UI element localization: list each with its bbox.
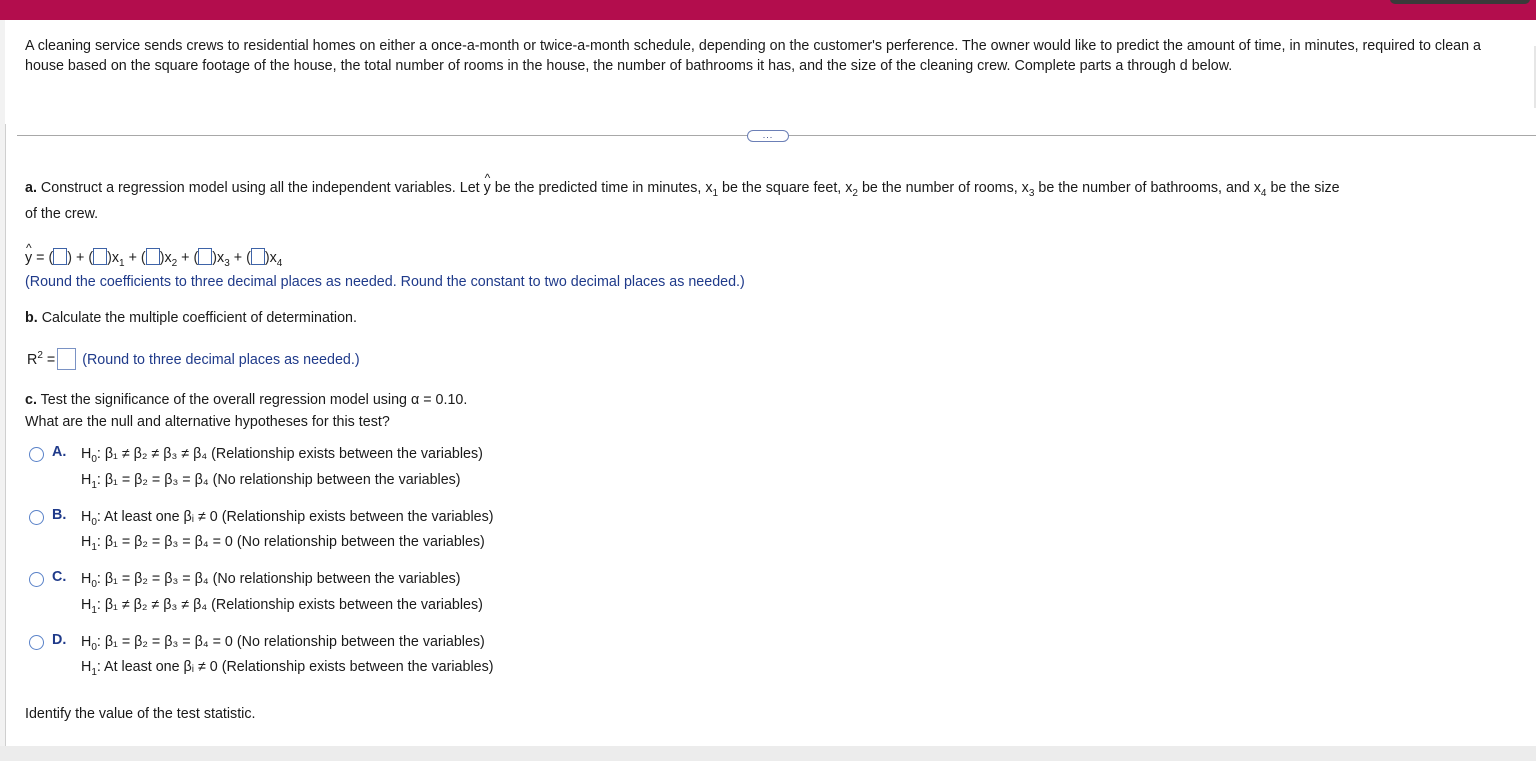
option-a-letter: A. [52, 444, 67, 460]
regression-equation: y = () + ()x1 + ()x2 + ()x3 + ()x4 [25, 238, 283, 270]
h0-text: : β₁ = β₂ = β₃ = β₄ (No relationship bet… [96, 571, 461, 587]
part-a-hint: (Round the coefficients to three decimal… [25, 274, 745, 290]
h0-symbol: H [81, 571, 92, 587]
option-d-radio[interactable] [29, 635, 44, 650]
yhat-symbol: y [484, 168, 491, 198]
option-a-radio[interactable] [29, 447, 44, 462]
part-a-text1: Construct a regression model using all t… [40, 180, 480, 196]
part-b-prompt: b. Calculate the multiple coefficient of… [25, 308, 357, 328]
sub-1: 1 [712, 188, 719, 199]
coef-x2-input[interactable] [145, 248, 160, 265]
x1-sub: 1 [119, 258, 125, 269]
x1-var: x [111, 250, 120, 266]
h1-sub: 1 [91, 667, 97, 678]
option-c-letter: C. [52, 569, 67, 585]
part-c-text: Test the significance of the overall reg… [40, 392, 468, 408]
option-c-h0[interactable]: H0: β₁ = β₂ = β₃ = β₄ (No relationship b… [81, 569, 461, 591]
h1-symbol: H [81, 597, 92, 613]
x2-sub: 2 [171, 258, 178, 269]
option-d-h0[interactable]: H0: β₁ = β₂ = β₃ = β₄ = 0 (No relationsh… [81, 632, 485, 654]
plus: + [233, 250, 243, 266]
part-a-text4: be the number of rooms, x [861, 180, 1029, 196]
coef-x4-input[interactable] [250, 248, 265, 265]
plus: + [128, 250, 137, 266]
option-c-h1[interactable]: H1: β₁ ≠ β₂ ≠ β₃ ≠ β₄ (Relationship exis… [81, 595, 483, 617]
option-d-letter: D. [52, 632, 67, 648]
sub-4: 4 [1260, 188, 1267, 199]
top-banner [0, 0, 1536, 20]
part-b-hint: (Round to three decimal places as needed… [82, 352, 360, 368]
h1-text: : At least one βᵢ ≠ 0 (Relationship exis… [96, 659, 494, 675]
left-border [5, 124, 6, 746]
sub-3: 3 [1028, 188, 1035, 199]
part-b-text: Calculate the multiple coefficient of de… [41, 310, 357, 326]
intro-text: A cleaning service sends crews to reside… [25, 38, 1481, 74]
test-statistic-prompt: Identify the value of the test statistic… [25, 706, 256, 722]
part-a-label: a. [25, 180, 37, 196]
h0-sub: 0 [91, 517, 97, 528]
eq-equals: = [36, 250, 45, 266]
sub-2: 2 [852, 188, 858, 199]
bottom-strip [0, 746, 1536, 761]
coef-x1-input[interactable] [93, 248, 108, 265]
part-a-text6: be the size [1270, 180, 1340, 196]
part-a-line2: of the crew. [25, 206, 99, 222]
h1-text: : β₁ = β₂ = β₃ = β₄ = 0 (No relationship… [96, 534, 485, 550]
part-a-text5: be the number of bathrooms, and x [1038, 180, 1261, 196]
option-a-h1[interactable]: H1: β₁ = β₂ = β₃ = β₄ (No relationship b… [81, 470, 461, 492]
plus: + [181, 250, 190, 266]
expand-button[interactable]: ... [747, 130, 789, 142]
part-c-question: What are the null and alternative hypoth… [25, 414, 390, 430]
h1-sub: 1 [91, 480, 97, 491]
part-a-text2: be the predicted time in minutes, x [494, 180, 713, 196]
x4-sub: 4 [276, 258, 283, 269]
plus: + [76, 250, 85, 266]
constant-input[interactable] [53, 248, 68, 265]
h0-symbol: H [81, 634, 92, 650]
option-a-h0[interactable]: H0: β₁ ≠ β₂ ≠ β₃ ≠ β₄ (Relationship exis… [81, 444, 483, 466]
h0-text: : At least one βᵢ ≠ 0 (Relationship exis… [96, 509, 494, 525]
r-squared-input[interactable] [57, 348, 77, 370]
option-c-radio[interactable] [29, 572, 44, 587]
x2-var: x [164, 250, 172, 266]
h0-text: : β₁ = β₂ = β₃ = β₄ = 0 (No relationship… [96, 634, 485, 650]
h1-text: : β₁ = β₂ = β₃ = β₄ (No relationship bet… [96, 472, 461, 488]
option-b-radio[interactable] [29, 510, 44, 525]
h1-symbol: H [81, 472, 92, 488]
h0-symbol: H [81, 509, 92, 525]
r-sup: 2 [37, 350, 43, 361]
option-d-h1[interactable]: H1: At least one βᵢ ≠ 0 (Relationship ex… [81, 657, 494, 679]
h1-symbol: H [81, 659, 92, 675]
part-a-text3: be the square feet, x [722, 180, 853, 196]
part-a-prompt: a. Construct a regression model using al… [25, 168, 1340, 200]
r-symbol: R [27, 352, 38, 368]
h0-symbol: H [81, 446, 92, 462]
part-b-label: b. [25, 310, 38, 326]
h0-text: : β₁ ≠ β₂ ≠ β₃ ≠ β₄ (Relationship exists… [96, 446, 483, 462]
h1-symbol: H [81, 534, 92, 550]
x3-sub: 3 [224, 258, 230, 269]
eq-yhat: y [25, 238, 32, 268]
h0-sub: 0 [91, 579, 97, 590]
part-c-label: c. [25, 392, 37, 408]
coef-x3-input[interactable] [198, 248, 213, 265]
h1-sub: 1 [91, 605, 97, 616]
r-equals: = [46, 352, 56, 368]
r-squared-row: R2 = (Round to three decimal places as n… [27, 348, 360, 372]
option-b-letter: B. [52, 507, 67, 523]
top-right-pill[interactable] [1390, 0, 1530, 4]
h1-text: : β₁ ≠ β₂ ≠ β₃ ≠ β₄ (Relationship exists… [96, 597, 483, 613]
h1-sub: 1 [91, 542, 97, 553]
h0-sub: 0 [91, 454, 97, 465]
h0-sub: 0 [91, 642, 97, 653]
option-b-h0[interactable]: H0: At least one βᵢ ≠ 0 (Relationship ex… [81, 507, 494, 529]
part-c-prompt: c. Test the significance of the overall … [25, 390, 467, 410]
x4-var: x [269, 250, 277, 266]
option-b-h1[interactable]: H1: β₁ = β₂ = β₃ = β₄ = 0 (No relationsh… [81, 532, 485, 554]
